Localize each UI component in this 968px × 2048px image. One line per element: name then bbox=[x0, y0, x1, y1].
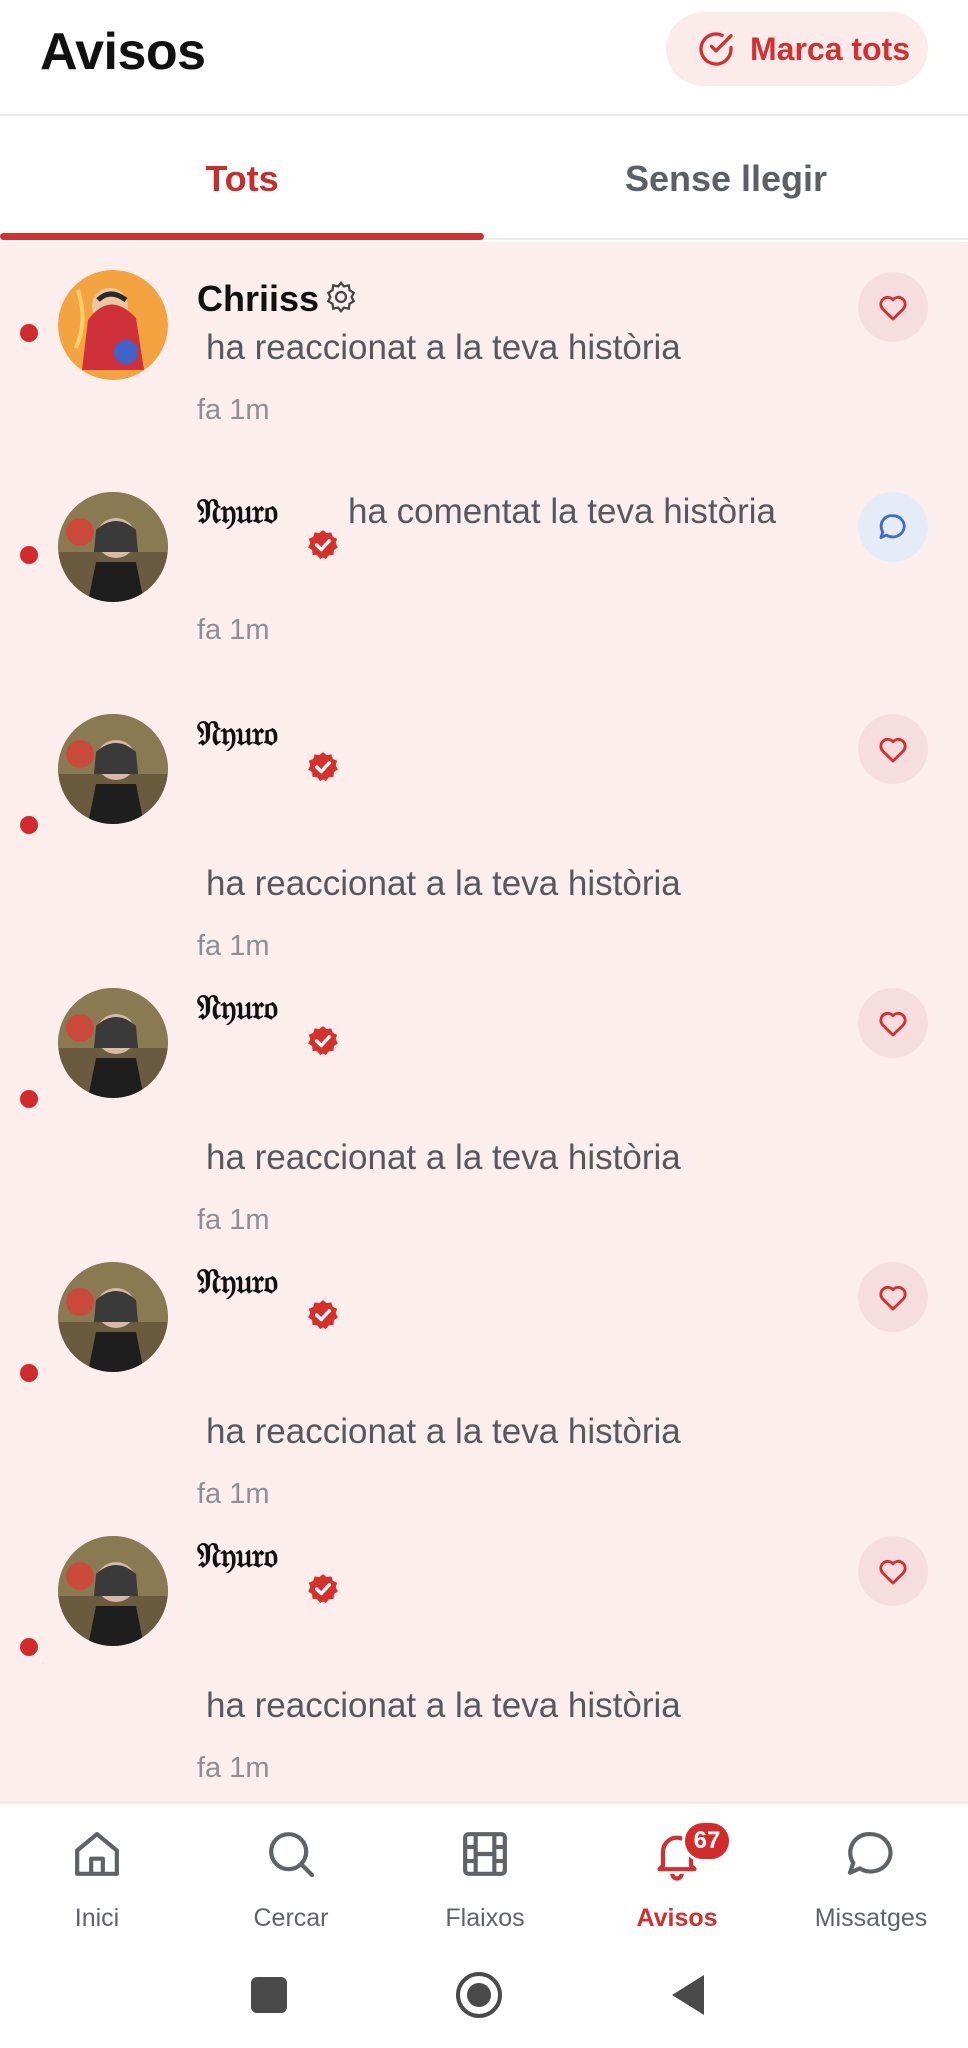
notification-username[interactable]: 𝔑𝔶𝔲𝔯𝔬 bbox=[197, 492, 278, 532]
unread-dot bbox=[20, 546, 38, 564]
page-title: Avisos bbox=[40, 23, 206, 81]
notification-item[interactable]: 𝔑𝔶𝔲𝔯𝔬 ha reaccionat a la teva història f… bbox=[0, 1234, 968, 1510]
nav-home[interactable]: Inici bbox=[0, 1804, 194, 1944]
reaction-heart-button[interactable] bbox=[858, 988, 928, 1058]
reaction-heart-button[interactable] bbox=[858, 1536, 928, 1606]
nav-notifications[interactable]: 67 Avisos bbox=[580, 1804, 774, 1944]
avatar[interactable] bbox=[58, 270, 168, 380]
unread-dot bbox=[20, 324, 38, 342]
notification-time: fa 1m bbox=[197, 1752, 270, 1784]
nav-messages[interactable]: Missatges bbox=[774, 1804, 968, 1944]
unread-dot bbox=[20, 1364, 38, 1382]
notification-username[interactable]: 𝔑𝔶𝔲𝔯𝔬 bbox=[197, 1262, 278, 1302]
nav-home-label: Inici bbox=[74, 1904, 120, 1932]
notification-count-badge: 67 bbox=[682, 1820, 732, 1862]
heart-icon bbox=[879, 1011, 907, 1037]
notification-action: ha reaccionat a la teva història bbox=[206, 1686, 681, 1725]
verified-badge-icon bbox=[308, 530, 338, 560]
avatar[interactable] bbox=[58, 1262, 168, 1372]
mark-all-read-button[interactable]: Marca tots bbox=[666, 12, 928, 86]
notification-username[interactable]: 𝔑𝔶𝔲𝔯𝔬 bbox=[197, 1536, 278, 1576]
unread-dot bbox=[20, 1090, 38, 1108]
notification-item[interactable]: 𝔑𝔶𝔲𝔯𝔬 ha reaccionat a la teva història f… bbox=[0, 960, 968, 1236]
app-header: Avisos Marca tots bbox=[0, 0, 968, 116]
bottom-navigation: Inici Cercar Flaixos 67 Avisos Missatges bbox=[0, 1802, 968, 1942]
tab-unread-label: Sense llegir bbox=[624, 158, 828, 199]
active-tab-indicator bbox=[0, 233, 484, 240]
back-icon[interactable] bbox=[664, 1970, 714, 2020]
notification-item[interactable]: Chriiss ha reaccionat a la teva història… bbox=[0, 242, 968, 426]
heart-icon bbox=[879, 737, 907, 763]
notification-item[interactable]: 𝔑𝔶𝔲𝔯𝔬 ha comentat la teva història fa 1m bbox=[0, 464, 968, 686]
heart-icon bbox=[879, 1559, 907, 1585]
search-icon bbox=[269, 1832, 315, 1878]
nav-messages-label: Missatges bbox=[814, 1904, 928, 1932]
heart-icon bbox=[879, 295, 907, 321]
heart-icon bbox=[879, 1285, 907, 1311]
nav-flashes[interactable]: Flaixos bbox=[388, 1804, 582, 1944]
system-navigation-bar bbox=[0, 1942, 968, 2048]
recents-icon[interactable] bbox=[244, 1970, 294, 2020]
notification-action: ha reaccionat a la teva història bbox=[206, 864, 681, 903]
notification-action: ha comentat la teva història bbox=[348, 492, 777, 531]
verified-badge-icon bbox=[308, 1300, 338, 1330]
home-icon bbox=[75, 1832, 119, 1876]
avatar[interactable] bbox=[58, 714, 168, 824]
notification-list: Chriiss ha reaccionat a la teva història… bbox=[0, 242, 968, 1802]
film-icon bbox=[463, 1832, 507, 1876]
verified-badge-icon bbox=[308, 752, 338, 782]
verified-badge-icon bbox=[308, 1026, 338, 1056]
comment-icon bbox=[879, 514, 906, 540]
notification-item[interactable]: 𝔑𝔶𝔲𝔯𝔬 ha reaccionat a la teva història f… bbox=[0, 686, 968, 962]
mark-all-read-label: Marca tots bbox=[750, 30, 911, 67]
nav-flashes-label: Flaixos bbox=[445, 1904, 525, 1932]
avatar[interactable] bbox=[58, 988, 168, 1098]
nav-search-label: Cercar bbox=[253, 1904, 329, 1932]
chat-icon bbox=[847, 1832, 893, 1875]
tab-all-label: Tots bbox=[205, 158, 279, 199]
nav-notifications-label: Avisos bbox=[636, 1904, 718, 1932]
notification-time: fa 1m bbox=[197, 1478, 270, 1510]
notification-action: ha reaccionat a la teva història bbox=[206, 1412, 681, 1451]
notification-username[interactable]: Chriiss bbox=[197, 278, 319, 320]
notification-action: ha reaccionat a la teva història bbox=[206, 1138, 681, 1177]
reaction-heart-button[interactable] bbox=[858, 714, 928, 784]
notification-username[interactable]: 𝔑𝔶𝔲𝔯𝔬 bbox=[197, 988, 278, 1028]
unread-dot bbox=[20, 1638, 38, 1656]
reaction-heart-button[interactable] bbox=[858, 1262, 928, 1332]
notification-item[interactable]: 𝔑𝔶𝔲𝔯𝔬 ha reaccionat a la teva història f… bbox=[0, 1508, 968, 1802]
check-circle-icon bbox=[699, 32, 733, 66]
reaction-heart-button[interactable] bbox=[858, 272, 928, 342]
avatar[interactable] bbox=[58, 1536, 168, 1646]
nav-search[interactable]: Cercar bbox=[194, 1804, 388, 1944]
avatar[interactable] bbox=[58, 492, 168, 602]
notification-time: fa 1m bbox=[197, 394, 270, 426]
notification-time: fa 1m bbox=[197, 1204, 270, 1236]
reaction-comment-button[interactable] bbox=[858, 492, 928, 562]
notification-time: fa 1m bbox=[197, 930, 270, 962]
notification-time: fa 1m bbox=[197, 614, 270, 646]
tab-unread[interactable]: Sense llegir bbox=[484, 118, 968, 240]
tab-all[interactable]: Tots bbox=[0, 118, 484, 240]
home-button-icon[interactable] bbox=[454, 1970, 504, 2020]
notification-action: ha reaccionat a la teva història bbox=[206, 328, 681, 367]
settings-badge-icon bbox=[326, 281, 356, 313]
unread-dot bbox=[20, 816, 38, 834]
filter-tabs: Tots Sense llegir bbox=[0, 118, 968, 240]
verified-badge-icon bbox=[308, 1574, 338, 1604]
notification-username[interactable]: 𝔑𝔶𝔲𝔯𝔬 bbox=[197, 714, 278, 754]
